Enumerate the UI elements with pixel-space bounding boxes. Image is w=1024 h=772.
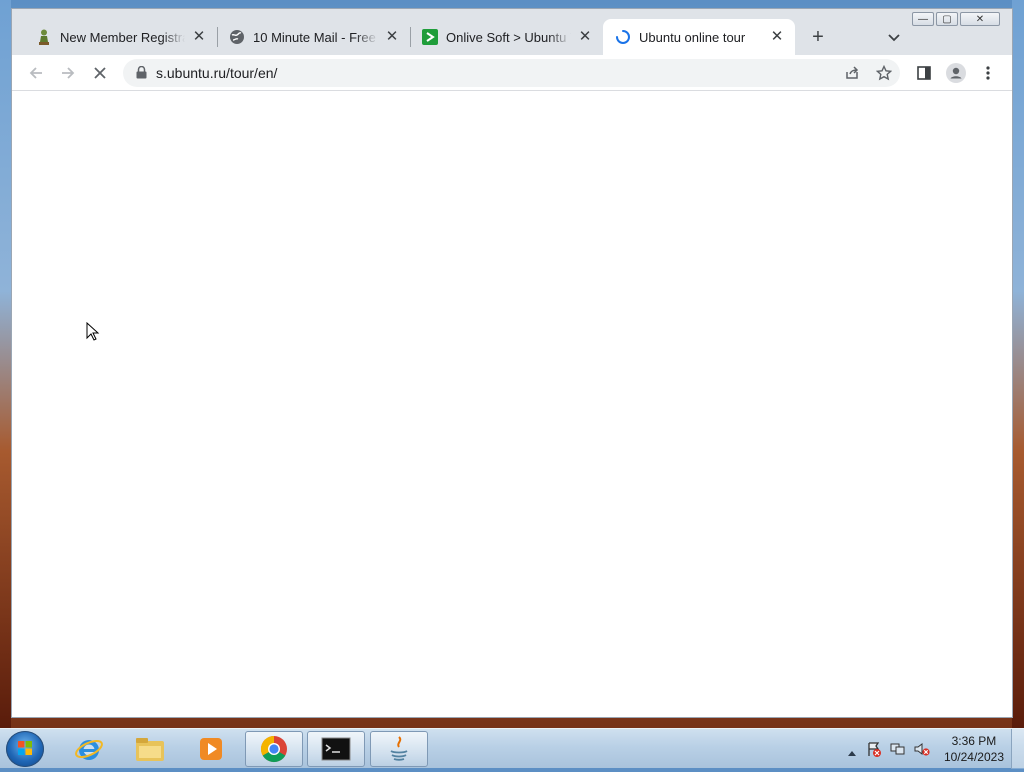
- action-center-flag-icon[interactable]: [866, 741, 882, 762]
- taskbar-file-explorer[interactable]: [121, 731, 179, 767]
- close-tab-icon[interactable]: ✕: [384, 29, 400, 45]
- chrome-icon: [260, 735, 287, 763]
- browser-window: — ▢ ✕ New Member Registration ✕ 10 Minut…: [11, 8, 1013, 718]
- taskbar-java[interactable]: [370, 731, 428, 767]
- forward-arrow-icon: [62, 67, 75, 79]
- internet-explorer-icon: [75, 739, 103, 760]
- windows-logo-icon: [18, 741, 32, 755]
- stop-x-icon: [94, 67, 106, 79]
- browser-toolbar: s.ubuntu.ru/tour/en/: [12, 55, 1012, 91]
- bookmark-star-icon[interactable]: [874, 63, 894, 83]
- start-button[interactable]: [6, 731, 44, 767]
- taskbar-command-prompt[interactable]: [307, 731, 365, 767]
- side-panel-button[interactable]: [910, 59, 938, 87]
- close-window-button[interactable]: ✕: [960, 12, 1000, 26]
- tab-new-member-registration[interactable]: New Member Registration ✕: [24, 19, 217, 55]
- menu-button[interactable]: [974, 59, 1002, 87]
- close-tab-icon[interactable]: ✕: [577, 29, 593, 45]
- tab-ubuntu-online-tour[interactable]: Ubuntu online tour ✕: [603, 19, 795, 55]
- tab-title: Ubuntu online tour: [639, 29, 746, 45]
- profile-avatar-icon: [946, 63, 966, 83]
- tray-expand-icon[interactable]: [848, 743, 856, 761]
- loading-spinner-icon: [615, 29, 631, 45]
- chess-pawn-icon: [36, 29, 52, 45]
- green-arrow-icon: [422, 29, 438, 45]
- globe-icon: [229, 29, 245, 45]
- volume-muted-icon[interactable]: [914, 741, 930, 762]
- back-arrow-icon: [29, 67, 42, 79]
- tab-10-minute-mail[interactable]: 10 Minute Mail - Free Anonymous ✕: [217, 19, 410, 55]
- stop-loading-button[interactable]: [86, 59, 114, 87]
- tab-title: Onlive Soft > Ubuntu Tour: [446, 29, 571, 45]
- command-prompt-icon: [321, 737, 351, 761]
- minimize-button[interactable]: —: [912, 12, 934, 26]
- side-panel-icon: [917, 66, 931, 80]
- show-desktop-button[interactable]: [1011, 729, 1024, 769]
- share-icon[interactable]: [842, 63, 862, 83]
- maximize-button[interactable]: ▢: [936, 12, 958, 26]
- taskbar-internet-explorer[interactable]: [60, 731, 118, 767]
- profile-button[interactable]: [942, 59, 970, 87]
- kebab-menu-icon: [986, 66, 990, 80]
- taskbar-media-player[interactable]: [182, 731, 240, 767]
- close-tab-icon[interactable]: ✕: [191, 29, 207, 45]
- file-explorer-icon: [136, 738, 164, 761]
- taskbar-chrome[interactable]: [245, 731, 303, 767]
- clock-date: 10/24/2023: [943, 750, 1004, 764]
- tab-search-chevron-icon[interactable]: [884, 27, 904, 47]
- url-text: s.ubuntu.ru/tour/en/: [156, 65, 278, 81]
- network-icon[interactable]: [890, 741, 906, 762]
- clock[interactable]: 3:36 PM 10/24/2023: [944, 733, 1004, 765]
- new-tab-button[interactable]: +: [806, 25, 830, 49]
- lock-icon: [136, 65, 147, 84]
- tab-strip: New Member Registration ✕ 10 Minute Mail…: [12, 9, 1012, 55]
- page-content-blank: [12, 91, 1012, 717]
- address-bar[interactable]: s.ubuntu.ru/tour/en/: [123, 59, 900, 87]
- forward-button[interactable]: [54, 59, 82, 87]
- tab-onlive-soft[interactable]: Onlive Soft > Ubuntu Tour ✕: [410, 19, 603, 55]
- clock-time: 3:36 PM: [951, 734, 997, 748]
- java-icon: [390, 736, 408, 761]
- tab-title: New Member Registration: [60, 29, 185, 45]
- close-tab-icon[interactable]: ✕: [769, 29, 785, 45]
- tab-title: 10 Minute Mail - Free Anonymous: [253, 29, 378, 45]
- taskbar: 3:36 PM 10/24/2023: [0, 728, 1024, 769]
- media-player-icon: [200, 738, 222, 760]
- desktop-wallpaper-left: [0, 0, 11, 728]
- desktop-wallpaper-right: [1012, 0, 1024, 728]
- back-button[interactable]: [22, 59, 50, 87]
- window-controls: — ▢ ✕: [912, 12, 1000, 26]
- mouse-cursor-icon: [86, 321, 100, 347]
